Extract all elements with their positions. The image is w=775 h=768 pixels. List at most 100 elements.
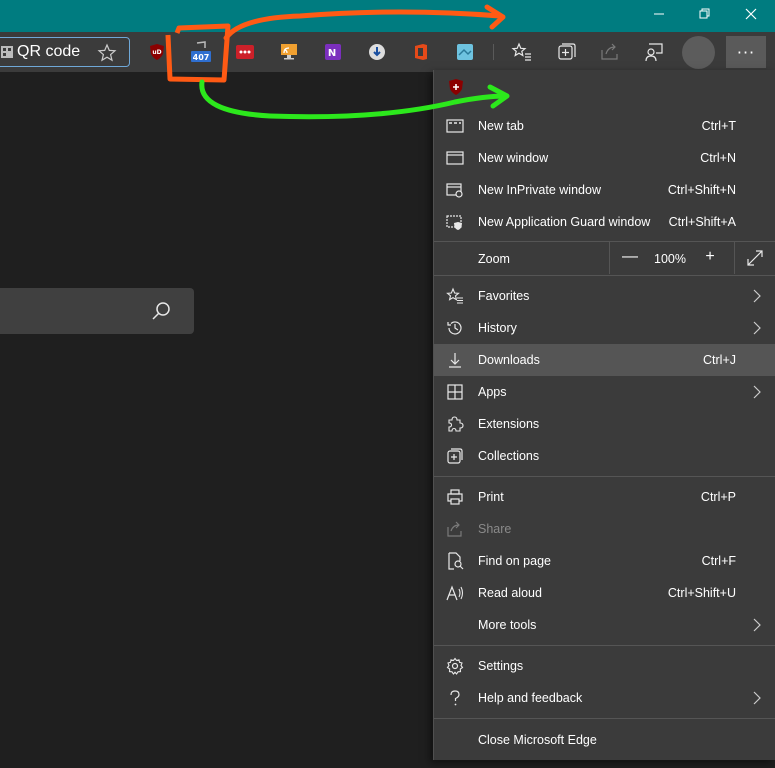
menu-item-downloads[interactable]: Downloads Ctrl+J (434, 344, 775, 376)
menu-separator (434, 476, 775, 477)
proxy-extension-icon[interactable]: 407 (190, 41, 212, 63)
menu-item-shortcut: Ctrl+T (701, 119, 736, 133)
collections-icon[interactable] (555, 41, 577, 63)
menu-item-close-microsoft-edge[interactable]: Close Microsoft Edge (434, 724, 775, 756)
favorites-icon (446, 287, 463, 304)
restore-button[interactable] (682, 0, 728, 28)
zoom-divider (734, 242, 735, 274)
menu-item-label: New InPrivate window (478, 183, 601, 197)
rss-extension-icon[interactable] (279, 42, 299, 62)
ublock-extension-icon[interactable]: uD (147, 42, 167, 62)
menu-item-find-on-page[interactable]: Find on page Ctrl+F (434, 545, 775, 577)
rss-icon (281, 44, 297, 60)
menu-item-extensions[interactable]: Extensions (434, 408, 775, 440)
svg-text:407: 407 (193, 53, 210, 62)
download-icon (449, 353, 461, 368)
menu-item-collections[interactable]: Collections (434, 440, 775, 472)
settings-and-more-button[interactable]: ··· (726, 36, 766, 68)
address-bar[interactable]: QR code (0, 37, 130, 67)
menu-separator (434, 275, 775, 276)
close-icon (745, 8, 757, 20)
fullscreen-icon[interactable] (746, 249, 764, 267)
feedback-icon[interactable] (643, 41, 665, 63)
profile-avatar[interactable] (682, 36, 715, 69)
menu-item-label: Help and feedback (478, 691, 583, 705)
settings-and-more-menu: New tab Ctrl+T New window Ctrl+N New InP… (433, 70, 775, 760)
download-circle-icon (369, 44, 385, 60)
zoom-out-button[interactable]: — (620, 248, 640, 268)
map-extension-icon[interactable] (455, 42, 475, 62)
menu-item-read-aloud[interactable]: Read aloud Ctrl+Shift+U (434, 577, 775, 609)
menu-item-label: More tools (478, 618, 537, 632)
download-extension-icon[interactable] (367, 42, 387, 62)
menu-item-settings[interactable]: Settings (434, 650, 775, 682)
menu-item-label: Apps (478, 385, 507, 399)
menu-item-apps[interactable]: Apps (434, 376, 775, 408)
office-extension-icon[interactable] (411, 42, 431, 62)
add-favorite-icon[interactable] (97, 43, 117, 63)
menu-item-label: Collections (478, 449, 540, 463)
title-bar (0, 0, 775, 32)
menu-item-label: Extensions (478, 417, 540, 431)
menu-item-more-tools[interactable]: More tools (434, 609, 775, 641)
menu-item-new-tab[interactable]: New tab Ctrl+T (434, 110, 775, 142)
help-icon (450, 690, 460, 706)
menu-item-label: Settings (478, 659, 524, 673)
puzzle-piece-icon (448, 416, 464, 432)
chevron-right-icon (753, 385, 761, 399)
search-icon[interactable] (150, 300, 172, 322)
minimize-icon (654, 13, 664, 15)
menu-item-favorites[interactable]: Favorites (434, 280, 775, 312)
map-icon (457, 44, 473, 60)
application-guard-shield-icon (449, 79, 463, 95)
zoom-in-button[interactable]: + (700, 248, 720, 268)
toolbar-divider (493, 44, 494, 60)
menu-item-label: Share (478, 522, 512, 536)
new-window-icon (446, 151, 464, 165)
ellipsis-icon: ··· (736, 42, 756, 62)
minimize-button[interactable] (636, 0, 682, 28)
lastpass-icon (236, 45, 254, 59)
address-text: QR code (17, 43, 81, 60)
share-icon (447, 521, 462, 537)
zoom-row: Zoom — 100% + (434, 242, 775, 274)
favorites-icon[interactable] (511, 41, 533, 63)
shield-icon: uD (150, 44, 164, 60)
browser-toolbar: QR code uD 407 N ··· (0, 32, 775, 72)
onenote-icon: N (325, 44, 341, 60)
restore-icon (699, 8, 710, 19)
print-icon (447, 489, 463, 505)
menu-item-label: New window (478, 151, 549, 165)
zoom-label: Zoom (478, 252, 510, 266)
menu-item-shortcut: Ctrl+Shift+U (667, 586, 736, 600)
menu-item-help-and-feedback[interactable]: Help and feedback (434, 682, 775, 714)
menu-item-new-application-guard-window[interactable]: New Application Guard window Ctrl+Shift+… (434, 206, 775, 238)
menu-separator (434, 718, 775, 719)
chevron-right-icon (753, 618, 761, 632)
menu-item-print[interactable]: Print Ctrl+P (434, 481, 775, 513)
share-icon[interactable] (599, 41, 621, 63)
menu-item-label: Print (478, 490, 504, 504)
menu-item-new-window[interactable]: New window Ctrl+N (434, 142, 775, 174)
menu-item-label: Close Microsoft Edge (478, 733, 597, 747)
onenote-extension-icon[interactable]: N (323, 42, 343, 62)
zoom-level: 100% (654, 252, 686, 266)
chevron-right-icon (753, 321, 761, 335)
menu-item-label: New tab (478, 119, 524, 133)
find-on-page-icon (448, 552, 464, 570)
menu-item-label: Downloads (478, 353, 540, 367)
menu-item-label: Favorites (478, 289, 530, 303)
search-box[interactable] (0, 288, 194, 334)
menu-item-shortcut: Ctrl+P (700, 490, 736, 504)
menu-item-shortcut: Ctrl+N (700, 151, 736, 165)
proxy-badge-icon: 407 (191, 41, 211, 62)
svg-text:uD: uD (152, 49, 161, 56)
close-window-button[interactable] (728, 0, 774, 28)
apps-icon (447, 384, 463, 400)
menu-item-shortcut: Ctrl+J (703, 353, 736, 367)
menu-item-new-inprivate-window[interactable]: New InPrivate window Ctrl+Shift+N (434, 174, 775, 206)
menu-item-label: Read aloud (478, 586, 542, 600)
lastpass-extension-icon[interactable] (235, 42, 255, 62)
application-guard-icon (446, 215, 462, 230)
menu-item-history[interactable]: History (434, 312, 775, 344)
